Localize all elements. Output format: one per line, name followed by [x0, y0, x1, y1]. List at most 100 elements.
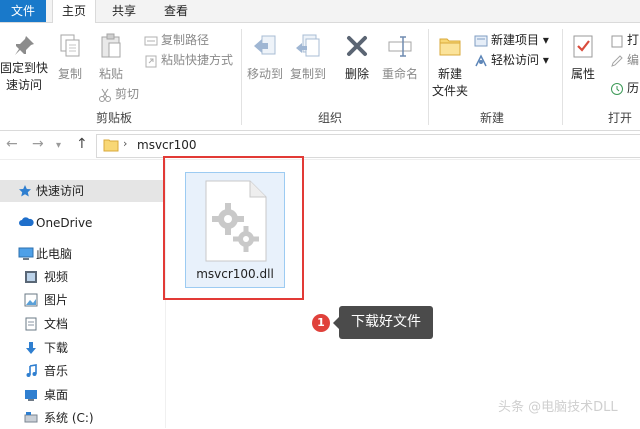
ribbon-separator — [428, 29, 429, 125]
paste-shortcut-label: 粘贴快捷方式 — [161, 53, 234, 67]
properties-icon — [573, 35, 593, 58]
back-arrow-icon[interactable]: ← — [6, 136, 18, 152]
edit-label: 编 — [627, 53, 640, 67]
nav-this-pc[interactable]: 此电脑 — [0, 243, 165, 265]
open-group-label: 打开 — [608, 111, 633, 125]
copy-to-icon — [296, 34, 320, 57]
edit-icon — [611, 54, 623, 67]
document-icon — [25, 317, 37, 331]
ribbon-separator — [241, 29, 242, 125]
nav-this-pc-label: 此电脑 — [36, 247, 73, 261]
nav-pictures[interactable]: 图片 — [0, 289, 165, 311]
new-folder-icon — [439, 38, 461, 56]
pin-icon — [15, 36, 34, 55]
video-icon — [25, 271, 37, 283]
cloud-icon — [19, 217, 34, 226]
pin-label-line2: 速访问 — [5, 78, 42, 92]
copy-label: 复制 — [57, 67, 82, 81]
download-arrow-icon — [26, 342, 36, 354]
dropdown-arrow-icon: ▾ — [542, 53, 549, 67]
properties-label: 属性 — [570, 67, 595, 81]
cut-button[interactable]: 剪切 — [98, 85, 139, 103]
paste-icon — [101, 33, 121, 58]
move-to-button[interactable]: 移动到 — [246, 33, 284, 82]
copy-to-label: 复制到 — [289, 67, 326, 81]
new-item-icon — [474, 35, 488, 46]
nav-documents-label: 文档 — [44, 317, 69, 331]
open-label: 打 — [627, 33, 640, 47]
organize-group-label: 组织 — [318, 111, 343, 125]
open-button[interactable]: 打 — [610, 31, 639, 49]
copy-path-button[interactable]: 复制路径 — [144, 31, 209, 49]
new-folder-label-line1: 新建 — [437, 67, 462, 81]
folder-icon — [103, 139, 119, 152]
breadcrumb-chevron-icon[interactable]: › — [123, 137, 127, 150]
ribbon-separator — [562, 29, 563, 125]
rename-button[interactable]: 重命名 — [378, 33, 422, 82]
nav-desktop-label: 桌面 — [44, 388, 69, 402]
tab-view[interactable]: 查看 — [156, 0, 196, 22]
properties-button[interactable]: 属性 — [566, 33, 600, 82]
pin-to-quick-access-button[interactable]: 固定到快 速访问 — [0, 33, 48, 93]
nav-drive-c[interactable]: 系统 (C:) — [0, 407, 165, 429]
copy-path-icon — [144, 36, 158, 45]
cut-label: 剪切 — [115, 87, 140, 101]
open-icon — [611, 35, 623, 47]
paste-label: 粘贴 — [98, 67, 123, 81]
move-to-icon — [254, 35, 276, 55]
rename-label: 重命名 — [381, 67, 418, 81]
file-name-label: msvcr100.dll — [196, 267, 274, 281]
desktop-icon — [25, 390, 37, 401]
delete-button[interactable]: 删除 — [340, 33, 374, 82]
rename-icon — [388, 36, 412, 57]
paste-shortcut-button[interactable]: 粘贴快捷方式 — [144, 51, 233, 69]
paste-button[interactable]: 粘贴 — [94, 33, 128, 82]
tab-share[interactable]: 共享 — [104, 0, 144, 22]
tab-file[interactable]: 文件 — [0, 0, 46, 22]
edit-button[interactable]: 编 — [610, 51, 639, 69]
new-folder-button[interactable]: 新建 文件夹 — [430, 33, 470, 99]
history-button[interactable]: 历 — [610, 79, 639, 97]
nav-quick-access[interactable]: 快速访问 — [0, 180, 165, 202]
drive-icon — [24, 412, 38, 423]
step-number-badge: 1 — [312, 314, 330, 332]
computer-icon — [18, 247, 34, 260]
picture-icon — [24, 293, 38, 307]
music-note-icon — [26, 364, 37, 377]
copy-icon — [60, 34, 80, 57]
navigation-pane: 快速访问 OneDrive 此电脑 视频 图片 文档 下载 音乐 桌面 系统 (… — [0, 172, 165, 428]
clipboard-group-label: 剪贴板 — [96, 111, 133, 125]
recent-dropdown-icon[interactable]: ▾ — [56, 140, 61, 151]
address-bar-row: ← → ▾ ↑ › msvcr100 — [0, 131, 640, 160]
nav-documents[interactable]: 文档 — [0, 313, 165, 335]
easy-access-button[interactable]: 轻松访问 ▾ — [474, 51, 549, 69]
breadcrumb-current[interactable]: msvcr100 — [137, 138, 196, 152]
easy-access-icon — [475, 53, 487, 66]
new-folder-label-line2: 文件夹 — [431, 84, 468, 98]
up-arrow-icon[interactable]: ↑ — [76, 136, 88, 152]
nav-onedrive[interactable]: OneDrive — [0, 212, 165, 234]
tab-home[interactable]: 主页 — [52, 0, 96, 23]
nav-videos[interactable]: 视频 — [0, 266, 165, 288]
nav-downloads[interactable]: 下载 — [0, 337, 165, 359]
nav-videos-label: 视频 — [44, 270, 69, 284]
nav-downloads-label: 下载 — [44, 341, 69, 355]
delete-x-icon — [347, 36, 367, 56]
address-box[interactable]: › msvcr100 — [96, 134, 640, 158]
copy-button[interactable]: 复制 — [54, 33, 86, 82]
move-to-label: 移动到 — [246, 67, 283, 81]
history-label: 历 — [627, 81, 640, 95]
new-item-button[interactable]: 新建项目 ▾ — [474, 31, 549, 49]
easy-access-label: 轻松访问 — [491, 53, 540, 67]
nav-quick-access-label: 快速访问 — [36, 184, 85, 198]
star-icon — [19, 185, 31, 197]
pin-label-line1: 固定到快 — [0, 61, 49, 75]
forward-arrow-icon[interactable]: → — [32, 136, 44, 152]
copy-to-button[interactable]: 复制到 — [288, 33, 328, 82]
nav-music[interactable]: 音乐 — [0, 360, 165, 382]
history-icon — [611, 82, 623, 95]
nav-pictures-label: 图片 — [44, 293, 69, 307]
file-item-dll[interactable]: msvcr100.dll — [185, 172, 285, 288]
nav-desktop[interactable]: 桌面 — [0, 384, 165, 406]
new-group-label: 新建 — [480, 111, 505, 125]
